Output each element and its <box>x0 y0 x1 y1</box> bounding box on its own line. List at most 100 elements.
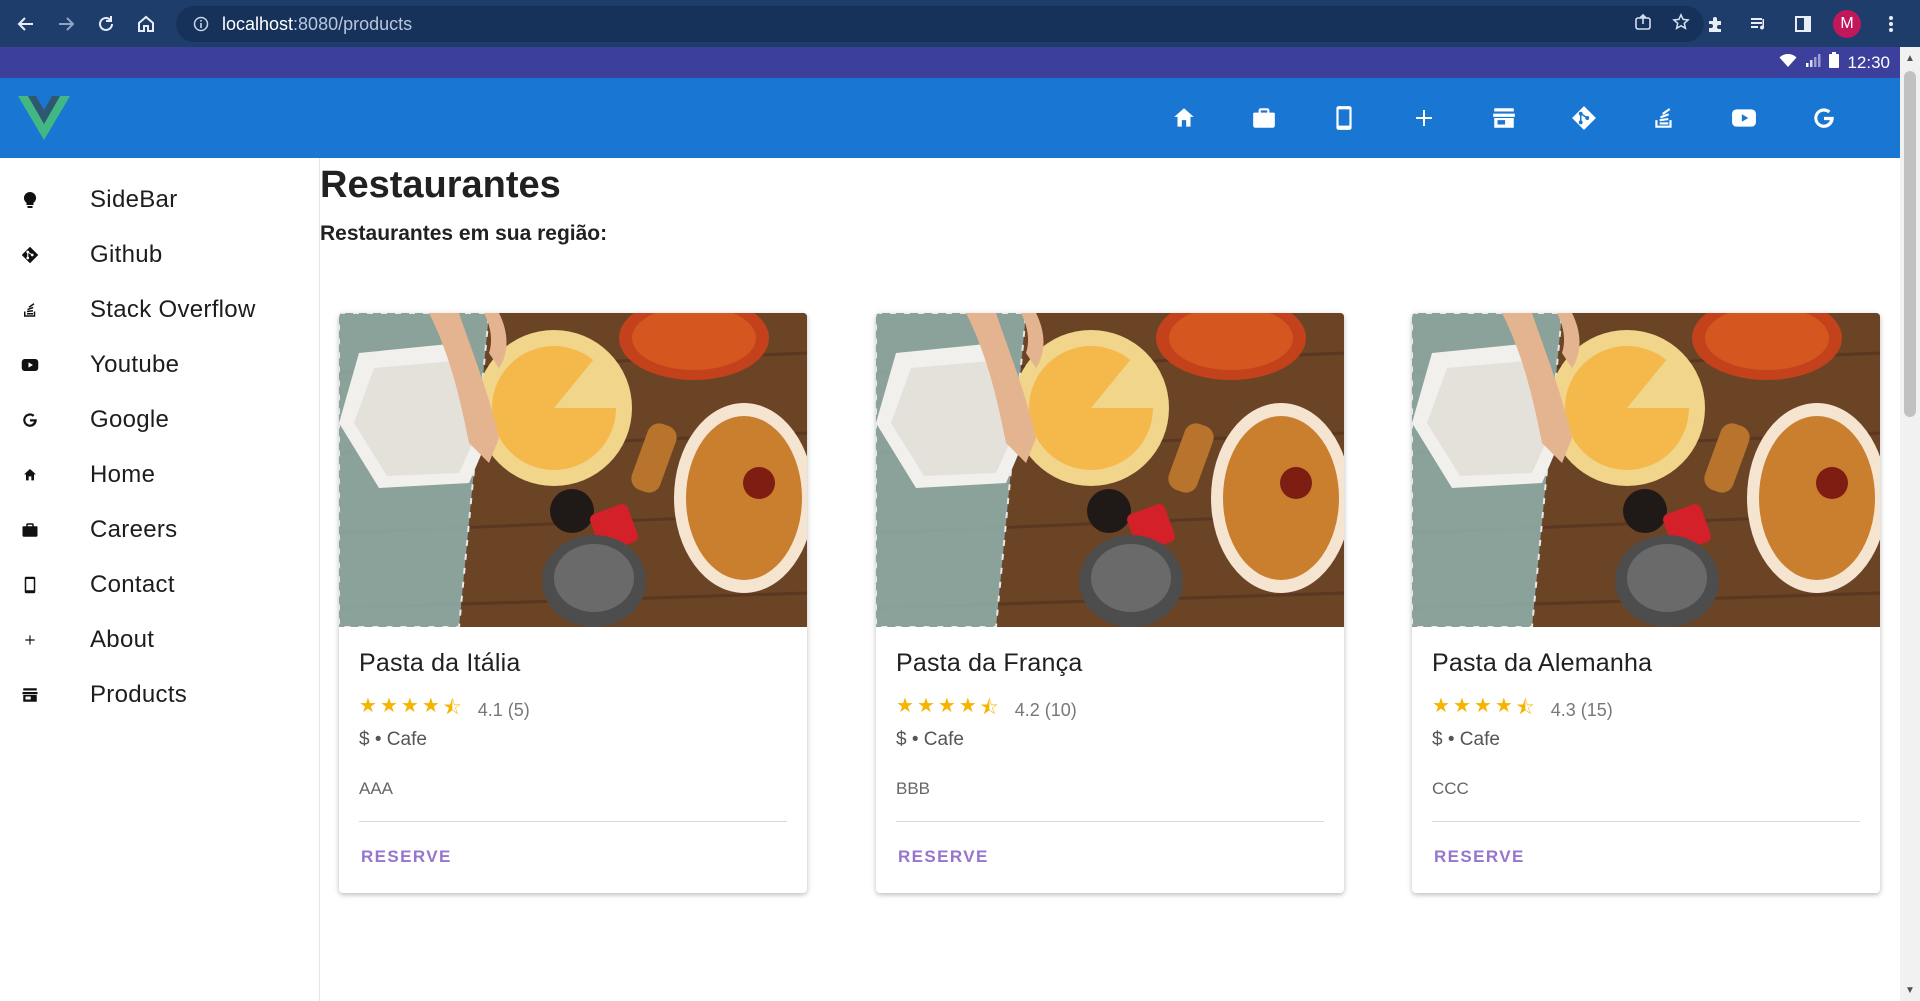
reload-icon[interactable] <box>86 4 126 44</box>
card-meta: $ • Cafe <box>1432 729 1500 750</box>
card-title: Pasta da França <box>896 649 1083 677</box>
restaurant-photo <box>876 313 1344 627</box>
restaurant-photo <box>339 313 807 627</box>
media-queue-icon[interactable] <box>1742 7 1776 41</box>
sidebar-item-stack-overflow[interactable]: Stack Overflow <box>0 282 319 337</box>
sidebar-item-label: Contact <box>90 570 175 598</box>
address-bar[interactable]: localhost:8080/products <box>176 6 1704 42</box>
back-arrow-icon[interactable] <box>6 4 46 44</box>
rating-text: 4.1 (5) <box>477 699 530 720</box>
phone-icon[interactable] <box>1304 90 1384 146</box>
star-icon: ★ <box>958 695 977 717</box>
star-rating[interactable]: ★ ★ ★ ★ ⯪ <box>1432 693 1535 727</box>
divider <box>359 821 787 822</box>
sidebar-item-label: Github <box>90 240 163 268</box>
sidebar-item-label: Youtube <box>90 350 180 378</box>
star-icon: ★ <box>916 695 935 717</box>
card-title: Pasta da Alemanha <box>1432 649 1653 677</box>
star-icon: ★ <box>1473 695 1492 717</box>
star-icon: ★ <box>1452 695 1471 717</box>
page-scrollbar[interactable]: ▲ ▼ <box>1900 47 1920 1001</box>
app-toolbar <box>0 78 1900 158</box>
sidebar-item-careers[interactable]: Careers <box>0 502 319 557</box>
sidebar-item-contact[interactable]: Contact <box>0 557 319 612</box>
star-icon: ★ <box>359 695 377 717</box>
bookmark-star-icon[interactable] <box>1672 12 1690 36</box>
status-time: 12:30 <box>1847 52 1890 72</box>
sidebar-item-github[interactable]: Github <box>0 227 319 282</box>
browser-toolbar: localhost:8080/products M <box>0 0 1920 47</box>
phone-icon <box>0 576 60 594</box>
reserve-button[interactable]: RESERVE <box>888 835 999 879</box>
star-icon: ★ <box>421 695 440 717</box>
sidebar-item-products[interactable]: Products <box>0 667 319 722</box>
sidebar-item-sidebar[interactable]: SideBar <box>0 172 319 227</box>
sidebar-item-label: SideBar <box>90 185 178 213</box>
home-browser-icon[interactable] <box>126 4 166 44</box>
page-title: Restaurantes <box>320 164 561 206</box>
rating: ★ ★ ★ ★ ⯪ 4.3 (15) <box>1432 693 1613 727</box>
stack-overflow-icon[interactable] <box>1624 90 1704 146</box>
card-meta: $ • Cafe <box>359 729 427 750</box>
home-icon[interactable] <box>1144 90 1224 146</box>
navigation-drawer: SideBar Github Stack Overflow Youtube Go… <box>0 158 320 1001</box>
star-rating[interactable]: ★ ★ ★ ★ ⯪ <box>359 693 462 727</box>
rating: ★ ★ ★ ★ ⯪ 4.1 (5) <box>359 693 530 727</box>
more-menu-icon[interactable] <box>1874 7 1908 41</box>
scroll-down-arrow-icon[interactable]: ▼ <box>1900 981 1920 999</box>
reserve-button[interactable]: RESERVE <box>1424 835 1535 879</box>
store-icon[interactable] <box>1464 90 1544 146</box>
sidebar-item-google[interactable]: Google <box>0 392 319 447</box>
store-icon <box>0 686 60 704</box>
system-status-bar: 12:30 <box>0 47 1900 78</box>
sidebar-item-home[interactable]: Home <box>0 447 319 502</box>
google-icon[interactable] <box>1784 90 1864 146</box>
sidebar-item-label: Careers <box>90 515 178 543</box>
divider <box>896 821 1324 822</box>
star-half-icon: ⯪ <box>979 697 999 719</box>
share-icon[interactable] <box>1634 13 1652 36</box>
card-meta: $ • Cafe <box>896 729 964 750</box>
git-icon[interactable] <box>1544 90 1624 146</box>
plus-icon[interactable] <box>1384 90 1464 146</box>
sidebar-item-label: Google <box>90 405 170 433</box>
stack-overflow-icon <box>0 301 60 319</box>
youtube-icon <box>0 356 60 374</box>
rating-text: 4.3 (15) <box>1550 699 1613 720</box>
toolbar-actions <box>1144 78 1864 158</box>
youtube-icon[interactable] <box>1704 90 1784 146</box>
profile-avatar[interactable]: M <box>1830 7 1864 41</box>
url-host: localhost <box>222 13 294 34</box>
signal-icon <box>1805 53 1821 73</box>
star-icon: ★ <box>1432 695 1450 717</box>
sidebar-item-youtube[interactable]: Youtube <box>0 337 319 392</box>
extensions-icon[interactable] <box>1698 7 1732 41</box>
sidebar-item-about[interactable]: About <box>0 612 319 667</box>
card-description: CCC <box>1432 779 1469 798</box>
side-panel-icon[interactable] <box>1786 7 1820 41</box>
restaurant-card: Pasta da Itália ★ ★ ★ ★ ⯪ 4.1 (5) $ • Ca… <box>339 313 807 893</box>
briefcase-icon[interactable] <box>1224 90 1304 146</box>
wifi-icon <box>1779 53 1797 73</box>
scroll-up-arrow-icon[interactable]: ▲ <box>1900 49 1920 67</box>
star-rating[interactable]: ★ ★ ★ ★ ⯪ <box>896 693 999 727</box>
main-content: Restaurantes Restaurantes em sua região: <box>320 158 1900 1001</box>
rating-text: 4.2 (10) <box>1014 699 1077 720</box>
forward-arrow-icon[interactable] <box>46 4 86 44</box>
star-icon: ★ <box>379 695 398 717</box>
google-icon <box>0 411 60 429</box>
star-icon: ★ <box>937 695 956 717</box>
briefcase-icon <box>0 521 60 539</box>
sidebar-item-label: Home <box>90 460 156 488</box>
star-icon: ★ <box>1494 695 1513 717</box>
vue-logo <box>18 96 70 140</box>
star-icon: ★ <box>400 695 419 717</box>
sidebar-item-label: About <box>90 625 155 653</box>
site-info-icon[interactable] <box>190 13 212 35</box>
restaurant-card: Pasta da Alemanha ★ ★ ★ ★ ⯪ 4.3 (15) $ •… <box>1412 313 1880 893</box>
restaurant-card: Pasta da França ★ ★ ★ ★ ⯪ 4.2 (10) $ • C… <box>876 313 1344 893</box>
divider <box>1432 821 1860 822</box>
scroll-thumb[interactable] <box>1904 71 1916 417</box>
reserve-button[interactable]: RESERVE <box>351 835 462 879</box>
avatar: M <box>1833 9 1861 38</box>
